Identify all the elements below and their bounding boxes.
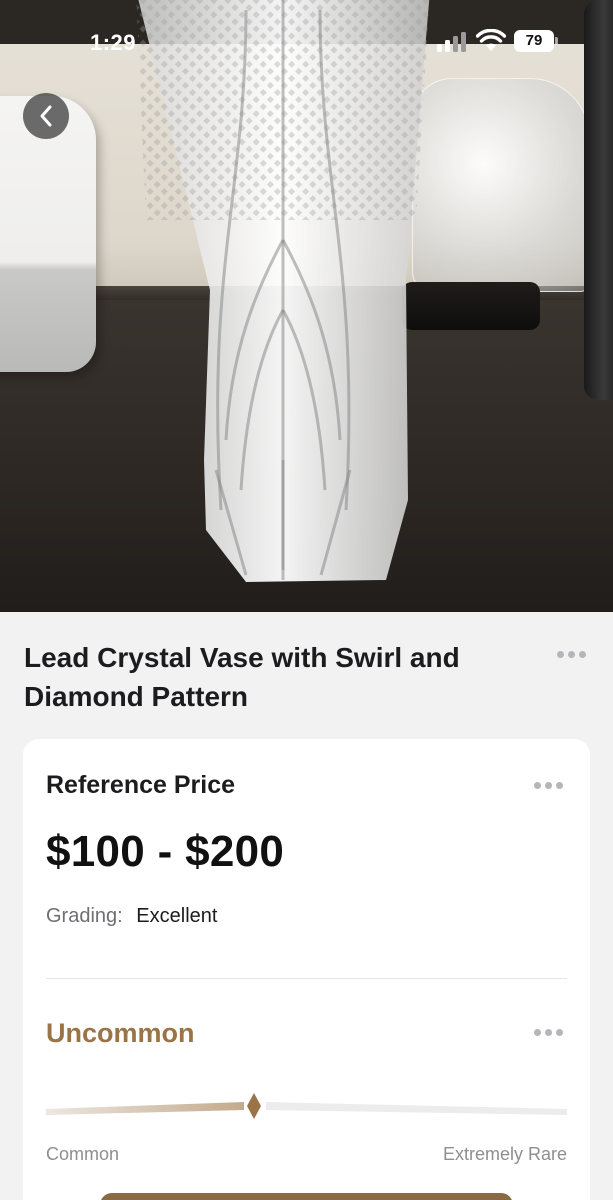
grading-value: Excellent	[136, 905, 218, 927]
valuation-card: Reference Price $100 - $200 Grading: Exc…	[23, 739, 590, 1200]
more-dots-icon	[557, 651, 564, 658]
divider	[46, 978, 567, 979]
photo-glass-dolphin-sculpture	[412, 78, 590, 292]
status-bar: 1:29 79	[0, 0, 613, 84]
reference-price-label: Reference Price	[46, 771, 236, 799]
scale-max-label: Extremely Rare	[442, 1144, 567, 1164]
price-more-button[interactable]	[534, 782, 563, 789]
bottom-action-bar[interactable]	[100, 1193, 513, 1200]
grading-label: Grading:	[46, 905, 123, 927]
title-more-button[interactable]	[557, 651, 586, 658]
photo-crystal-vase	[136, 0, 430, 582]
rarity-more-button[interactable]	[534, 1029, 563, 1036]
rarity-track-remaining	[266, 1102, 567, 1115]
rarity-scale	[46, 1093, 567, 1119]
grading-row: Grading: Excellent	[46, 905, 217, 928]
battery-icon: 79	[514, 30, 558, 52]
back-chevron-icon	[40, 105, 52, 127]
back-button[interactable]	[23, 93, 69, 139]
rarity-label: Uncommon	[46, 1018, 195, 1048]
more-dots-icon	[534, 782, 541, 789]
item-photo	[0, 0, 613, 612]
item-title: Lead Crystal Vase with Swirl and Diamond…	[24, 642, 460, 712]
wifi-icon	[476, 29, 506, 51]
battery-level: 79	[514, 30, 554, 52]
status-time: 1:29	[90, 30, 137, 55]
price-range: $100 - $200	[46, 827, 285, 876]
rarity-track-filled	[46, 1102, 244, 1115]
diamond-marker-icon	[247, 1093, 261, 1119]
more-dots-icon	[534, 1029, 541, 1036]
scale-min-label: Common	[46, 1144, 120, 1164]
signal-icon	[437, 32, 466, 52]
